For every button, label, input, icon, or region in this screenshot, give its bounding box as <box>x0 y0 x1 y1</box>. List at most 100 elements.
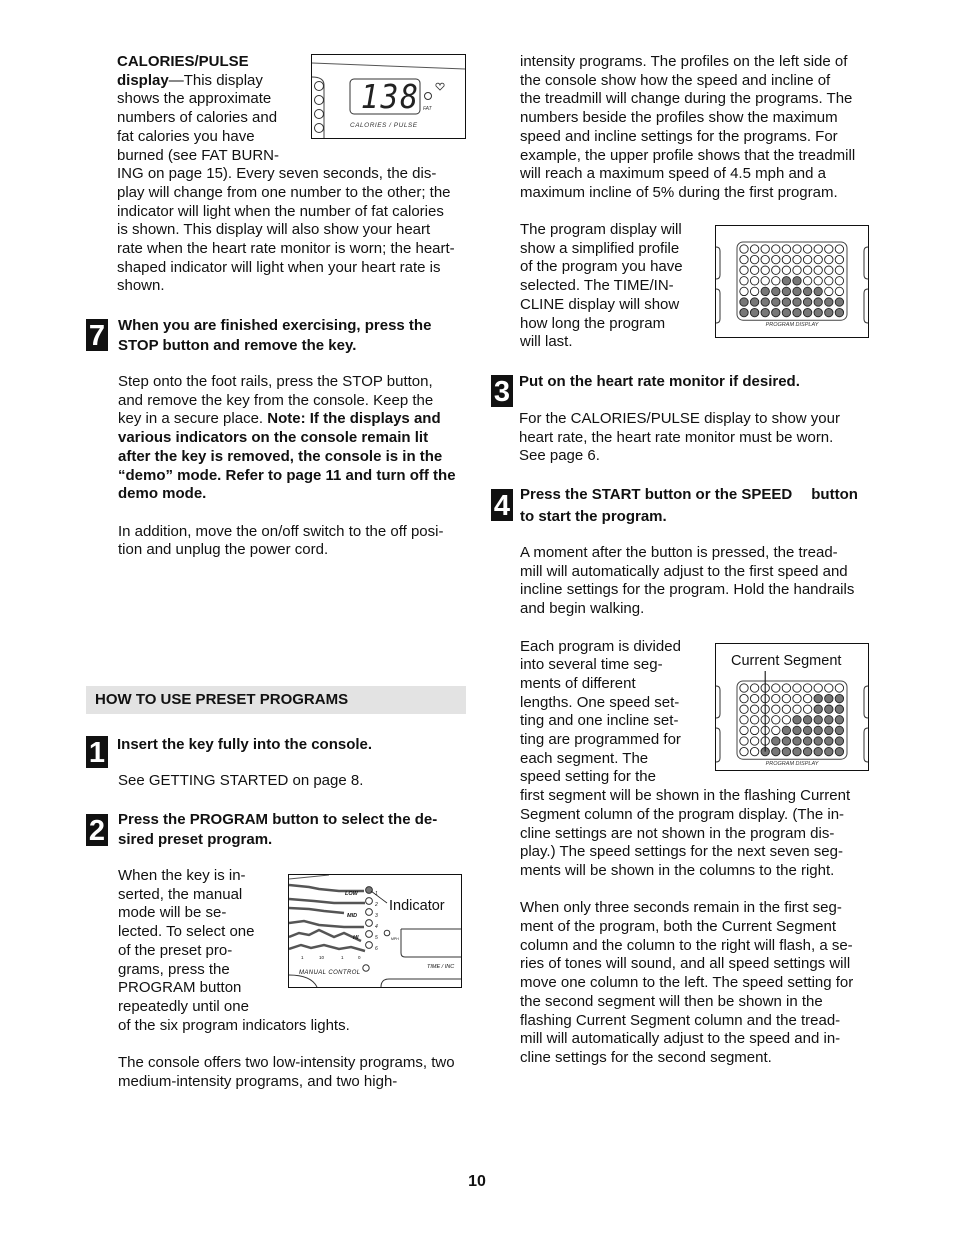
heart-icon <box>435 82 445 91</box>
text-line: mill will automatically adjust to the fi… <box>520 562 848 580</box>
led-unlit <box>749 265 760 275</box>
level-label-low: LOW <box>345 891 358 897</box>
led-unlit <box>739 725 749 736</box>
led-unlit <box>802 244 813 254</box>
led-lit <box>834 693 845 704</box>
led-unlit <box>749 254 760 265</box>
led-unlit <box>739 244 749 254</box>
led-lit <box>813 746 823 757</box>
led-lit <box>824 746 834 757</box>
console-bracket <box>863 288 868 324</box>
text-line: sired preset program. <box>118 830 273 848</box>
step-1-title: Insert the key fully into the console. <box>117 736 373 753</box>
program-indicator-figure: LOW MID HI 1 2 3 4 5 6 1 10 1 0 MPH MANU… <box>288 874 462 988</box>
text-line: When only three seconds remain in the fi… <box>520 899 842 917</box>
button-circle <box>314 109 324 119</box>
led-unlit <box>749 725 760 736</box>
note-line: “demo” mode. Refer to page 11 and turn o… <box>118 466 456 484</box>
text-line: rate when the heart rate monitor is worn… <box>117 240 455 258</box>
led-lit <box>792 297 802 307</box>
calories-pulse-heading-cont: display <box>117 71 169 89</box>
led-unlit <box>802 683 813 693</box>
text-line: Step onto the foot rails, press the STOP… <box>118 373 433 390</box>
led-unlit <box>781 265 792 275</box>
step-2-title: Press the PROGRAM button to select the d… <box>118 810 478 849</box>
section-header-bar: HOW TO USE PRESET PROGRAMS <box>86 686 466 714</box>
led-lit <box>781 297 792 307</box>
program-indicator-led-3 <box>365 908 373 916</box>
led-lit <box>781 725 792 736</box>
current-segment-figure: Current Segment PROGRAM DISPLAY <box>715 643 869 771</box>
text-line: In addition, move the on/off switch to t… <box>118 522 444 540</box>
text-line: will last. <box>520 333 573 351</box>
text-line: maximum incline of 5% during the first p… <box>520 183 838 201</box>
text-line: heart rate, the heart rate monitor must … <box>519 428 834 446</box>
program-indicator-led-1 <box>365 886 373 894</box>
button-circle <box>314 123 324 133</box>
console-bracket <box>716 685 721 719</box>
led-lit <box>792 276 802 286</box>
note-line: various indicators on the console remain… <box>118 429 429 447</box>
led-unlit <box>792 254 802 265</box>
led-lit <box>792 307 802 318</box>
text-line: ment of the program, both the Current Se… <box>520 918 837 936</box>
led-unlit <box>813 276 823 286</box>
manual-control-led <box>362 964 370 972</box>
text-line: The console offers two low-intensity pro… <box>118 1054 455 1072</box>
led-unlit <box>834 265 845 275</box>
text-line: tion and unplug the power cord. <box>118 541 329 559</box>
text-line: ments will be shown in the columns to th… <box>520 861 835 879</box>
note-line: demo mode. <box>118 485 207 503</box>
step-7-body: Step onto the foot rails, press the STOP… <box>118 373 478 560</box>
led-unlit <box>824 683 834 693</box>
led-unlit <box>792 265 802 275</box>
text-line: Segment column of the program display. (… <box>520 805 845 823</box>
program-indicator-led-5 <box>365 930 373 938</box>
led-unlit <box>834 244 845 254</box>
text-span: button <box>811 486 858 503</box>
led-lit <box>824 693 834 704</box>
led-unlit <box>739 693 749 704</box>
led-unlit <box>781 715 792 725</box>
indicator-callout-label: Indicator <box>389 898 445 914</box>
text-line: will reach a maximum speed of 4.5 mph an… <box>520 165 826 183</box>
led-unlit <box>739 715 749 725</box>
led-lit <box>813 693 823 704</box>
led-unlit <box>824 254 834 265</box>
text-line: of the six program indicators lights. <box>118 1016 350 1034</box>
console-bracket <box>716 288 721 324</box>
led-lit <box>813 704 823 714</box>
instructions-label: INSTRUCTIONS <box>407 982 454 987</box>
text-line: The program display will <box>520 221 682 238</box>
led-unlit <box>781 693 792 704</box>
button-circle <box>314 81 324 91</box>
led-unlit <box>749 286 760 297</box>
led-unlit <box>792 244 802 254</box>
led-lit <box>771 307 781 318</box>
text-line: play.) The speed settings for the next s… <box>520 843 843 861</box>
calories-pulse-caption: CALORIES / PULSE <box>350 122 418 129</box>
led-lit <box>813 715 823 725</box>
led-lit <box>813 736 823 746</box>
led-lit <box>739 307 749 318</box>
text-line: of the program you have <box>520 258 683 276</box>
program-indicator-led-6 <box>365 941 373 949</box>
led-lit <box>802 286 813 297</box>
led-unlit <box>781 244 792 254</box>
led-lit <box>824 704 834 714</box>
led-unlit <box>792 693 802 704</box>
text-line: the treadmill will change during the pro… <box>520 90 853 108</box>
led-lit <box>760 307 770 318</box>
led-unlit <box>771 725 781 736</box>
step-number-badge: 1 <box>86 736 108 769</box>
text-line: key in a secure place. Note: If the disp… <box>118 410 478 429</box>
led-lit <box>813 307 823 318</box>
calories-digit-readout: 138 <box>360 77 420 116</box>
led-unlit <box>771 244 781 254</box>
program-display-caption: PROGRAM DISPLAY <box>766 761 819 767</box>
led-unlit <box>802 693 813 704</box>
step-number-badge: 7 <box>86 319 108 352</box>
step-number-badge: 3 <box>491 375 513 408</box>
